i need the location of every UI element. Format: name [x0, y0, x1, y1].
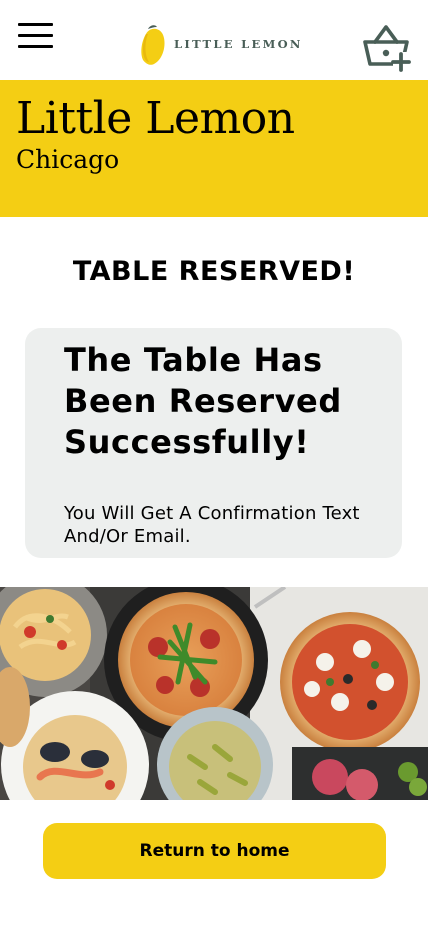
basket-button[interactable] [362, 24, 412, 72]
menu-icon-line [18, 23, 53, 26]
restaurant-location: Chicago [16, 145, 120, 174]
food-illustration [0, 587, 428, 800]
confirmation-title: The Table Has Been Reserved Successfully… [64, 341, 342, 461]
top-navigation-bar: LITTLE LEMON [0, 0, 428, 80]
little-lemon-logo[interactable]: LITTLE LEMON [140, 24, 300, 68]
page-heading: TABLE RESERVED! [72, 256, 356, 287]
logo-wordmark: LITTLE LEMON [174, 37, 303, 51]
confirmation-message: You Will Get A Confirmation Text And/Or … [64, 503, 360, 547]
basket-add-icon [363, 25, 411, 72]
menu-icon-line [18, 34, 53, 37]
food-photo [0, 587, 428, 800]
return-home-button[interactable]: Return to home [43, 823, 386, 879]
confirmation-card: The Table Has Been Reserved Successfully… [25, 328, 402, 558]
hamburger-menu-button[interactable] [18, 22, 53, 50]
lemon-icon [141, 25, 165, 65]
hero-banner: Little Lemon Chicago [0, 80, 428, 217]
restaurant-title: Little Lemon [16, 93, 295, 144]
menu-icon-line [18, 45, 53, 48]
